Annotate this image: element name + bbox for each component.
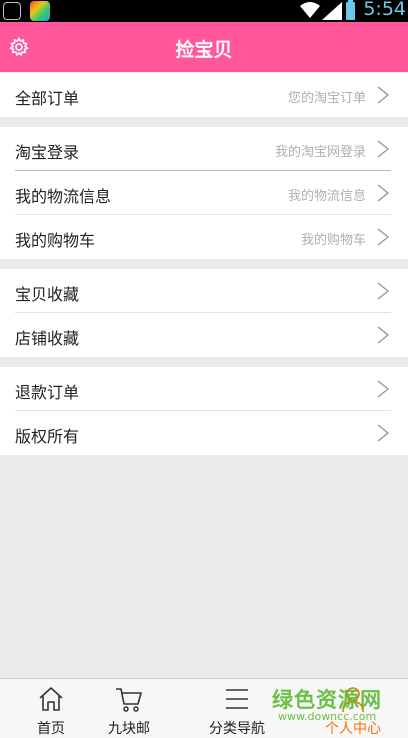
status-time: 5:54 <box>363 0 406 20</box>
chevron-right-icon <box>377 282 390 300</box>
menu-row-hint: 我的淘宝网登录 <box>274 145 366 160</box>
cart-icon <box>116 688 142 712</box>
menu-row-all-orders[interactable]: 全部订单 您的淘宝订单 <box>0 73 408 117</box>
menu-row-label: 店铺收藏 <box>15 329 80 348</box>
menu-row-shopping-cart[interactable]: 我的购物车 我的购物车 <box>0 215 408 259</box>
chevron-right-icon <box>377 184 390 202</box>
chevron-right-icon <box>377 326 390 344</box>
menu-row-label: 我的购物车 <box>15 231 96 250</box>
status-bar: 5:54 <box>0 0 408 22</box>
menu-row-taobao-login[interactable]: 淘宝登录 我的淘宝网登录 <box>0 127 408 171</box>
signal-icon <box>322 2 342 20</box>
menu-row-label: 宝贝收藏 <box>15 285 80 304</box>
chevron-right-icon <box>377 140 390 158</box>
wifi-icon <box>300 2 320 18</box>
menu-row-shop-favorites[interactable]: 店铺收藏 <box>0 313 408 357</box>
chevron-right-icon <box>377 424 390 442</box>
home-icon <box>39 687 63 711</box>
app-header: 捡宝贝 <box>0 22 408 72</box>
battery-icon <box>346 0 355 20</box>
chevron-right-icon <box>377 228 390 246</box>
chevron-right-icon <box>377 86 390 104</box>
menu-group-account: 淘宝登录 我的淘宝网登录 我的物流信息 我的物流信息 我的购物车 我的购物车 <box>0 127 408 259</box>
notification-app-icon-colored <box>30 1 50 21</box>
page-title: 捡宝贝 <box>175 39 233 61</box>
chevron-right-icon <box>377 380 390 398</box>
watermark: 绿色资源网 www.downcc.com <box>272 684 392 730</box>
menu-group-favorites: 宝贝收藏 店铺收藏 <box>0 269 408 357</box>
menu-row-label: 退款订单 <box>15 383 80 402</box>
watermark-url: www.downcc.com <box>278 710 377 723</box>
menu-row-refund-orders[interactable]: 退款订单 <box>0 367 408 411</box>
menu-row-label: 版权所有 <box>15 427 80 446</box>
menu-row-label: 淘宝登录 <box>15 143 80 162</box>
menu-row-label: 我的物流信息 <box>15 187 112 206</box>
notification-app-icon <box>3 2 21 20</box>
tab-label: 九块邮 <box>108 721 150 737</box>
menu-group-orders: 全部订单 您的淘宝订单 <box>0 73 408 117</box>
menu-row-hint: 您的淘宝订单 <box>287 91 366 106</box>
menu-row-hint: 我的购物车 <box>300 233 366 248</box>
menu-row-logistics[interactable]: 我的物流信息 我的物流信息 <box>0 171 408 215</box>
tab-nine-yuan[interactable]: 九块邮 <box>78 679 180 738</box>
menu-group-misc: 退款订单 版权所有 <box>0 367 408 455</box>
menu-row-copyright[interactable]: 版权所有 <box>0 411 408 455</box>
menu-row-label: 全部订单 <box>15 89 80 108</box>
menu-icon <box>226 689 248 709</box>
menu-row-item-favorites[interactable]: 宝贝收藏 <box>0 269 408 313</box>
menu-row-hint: 我的物流信息 <box>287 189 366 204</box>
